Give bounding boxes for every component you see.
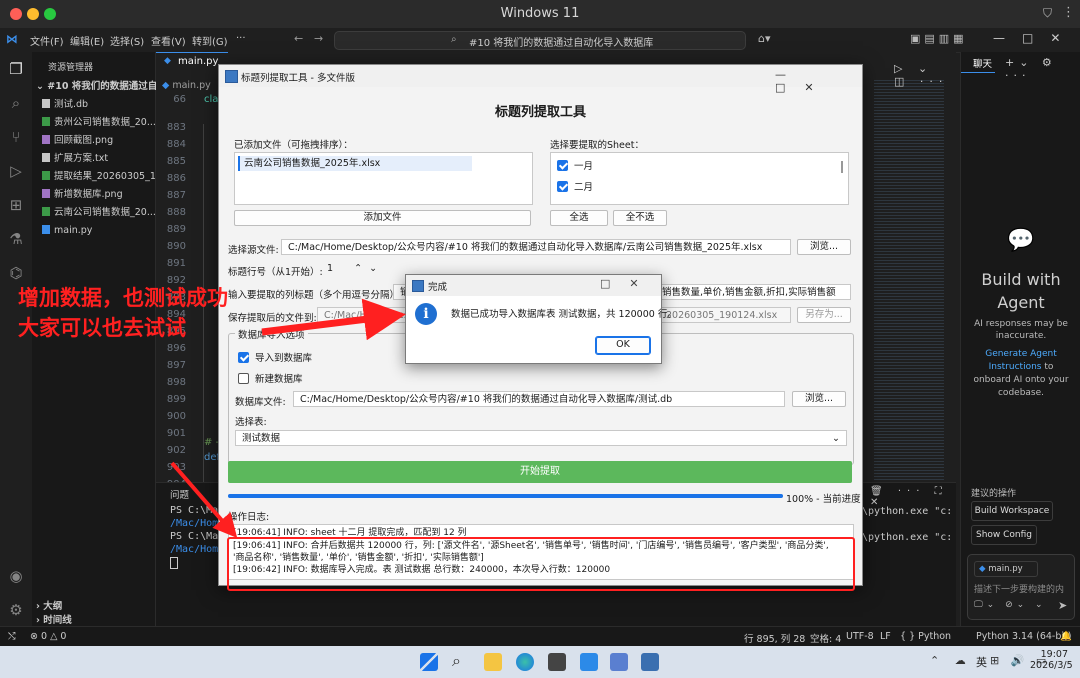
annotation-arrows (170, 298, 406, 539)
arrow-to-log (170, 461, 238, 539)
arrow-to-dialog (261, 298, 406, 341)
